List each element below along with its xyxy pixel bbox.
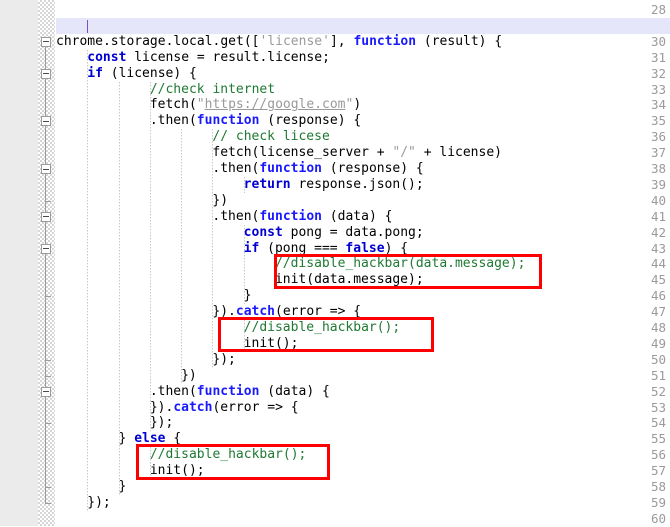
code-line-33[interactable]: //check internet [56,82,670,98]
fold-tick-line-54 [45,423,51,425]
token-pl: (response) { [321,161,424,176]
annotation-box-1 [274,254,542,289]
token-fn: function [196,383,260,399]
token-str: " [196,97,205,113]
token-pl: (result) { [416,33,503,49]
code-line-30[interactable]: chrome.storage.local.get(['license'], fu… [56,34,670,50]
token-str: "/" [392,145,416,161]
code-folding-gutter[interactable] [38,0,55,526]
token-pl: + license) [415,145,502,161]
token-pl: } [118,479,127,494]
code-line-34[interactable]: fetch("https://google.com") [56,97,670,113]
token-pl: fetch( [149,97,197,113]
token-kw: if [243,240,260,256]
fold-end-line-59 [45,502,51,504]
fold-toggle-line-52[interactable] [41,386,51,397]
fold-toggle-line-30[interactable] [41,36,51,47]
code-line-32[interactable]: if (license) { [56,66,670,82]
fold-toggle-line-38[interactable] [41,164,51,174]
code-line-41[interactable]: .then(function (data) { [56,209,670,225]
token-pl: }); [149,415,174,431]
token-pl: }). [149,399,174,415]
token-pl: response.json(); [290,176,424,192]
token-str: 'license' [259,33,330,49]
code-line-37[interactable]: fetch(license_server + "/" + license) [56,145,670,161]
code-line-40[interactable]: }) [56,193,670,209]
token-pl: }) [181,367,197,383]
line-number-gutter [0,0,38,526]
token-fn: function [259,208,322,224]
code-line-58[interactable]: } [56,479,670,495]
token-pl: license = result.license; [126,49,330,65]
code-line-59[interactable]: }); [56,495,670,511]
code-line-29[interactable] [56,18,670,34]
fold-toggle-line-41[interactable] [41,211,51,222]
fold-spine [45,41,46,503]
token-pl: }); [87,494,111,510]
code-line-31[interactable]: const license = result.license; [56,50,670,66]
code-line-50[interactable]: }); [56,352,670,368]
token-pl: (data) { [259,383,330,399]
token-pl: } [243,288,252,304]
token-pl: } [118,431,135,447]
token-kw: const [87,49,127,65]
code-line-35[interactable]: .then(function (response) { [56,113,670,129]
token-pl: (error => { [212,399,299,415]
token-cm: // check licese [212,129,330,145]
token-pl: }); [212,351,236,367]
token-pl: (license) { [102,65,197,81]
fold-toggle-line-35[interactable] [41,116,51,127]
code-editor[interactable]: 2829303132333435363738394041424344454647… [0,0,670,526]
token-pl: }) [212,192,229,208]
fold-tick-line-50 [45,359,51,361]
annotation-box-3 [136,444,330,480]
code-content[interactable]: chrome.storage.local.get(['license'], fu… [56,0,670,526]
token-kw: return [243,176,291,192]
annotation-box-2 [218,317,434,352]
token-str: " [345,97,354,113]
code-line-39[interactable]: return response.json(); [56,177,670,193]
code-line-53[interactable]: }).catch(error => { [56,400,670,416]
fold-toggle-line-32[interactable] [41,68,51,79]
token-kw: const [243,224,283,240]
code-line-60[interactable] [56,511,670,526]
token-pl: (data) { [321,208,393,224]
token-fn: catch [173,399,213,415]
token-cm: //check internet [149,81,276,97]
token-kw: if [87,65,103,81]
fold-tick-line-58 [45,487,51,488]
token-pl: .then( [149,383,197,399]
token-pl: (response) { [259,113,362,129]
token-pl: ], [329,33,354,49]
fold-tick-line-51 [45,375,51,377]
token-pl: fetch(license_server + [212,145,393,161]
fold-tick-line-40 [45,200,51,202]
code-line-28[interactable] [56,2,670,18]
code-line-51[interactable]: }) [56,368,670,384]
token-fn: function [353,33,417,49]
code-line-46[interactable]: } [56,288,670,304]
token-url: https://google.com [204,97,346,113]
code-line-38[interactable]: .then(function (response) { [56,161,670,177]
token-pl: .then( [149,113,197,129]
code-line-42[interactable]: const pong = data.pong; [56,225,670,241]
code-line-36[interactable]: // check licese [56,129,670,145]
fold-toggle-line-43[interactable] [41,243,51,254]
code-line-54[interactable]: }); [56,415,670,431]
token-pl: .then( [212,161,260,176]
token-fn: function [196,113,260,129]
token-pl: .then( [212,208,260,224]
code-line-52[interactable]: .then(function (data) { [56,384,670,400]
token-pl: pong = data.pong; [282,224,424,240]
fold-tick-line-46 [45,296,51,298]
token-pl: chrome.storage.local.get([ [56,33,260,49]
token-fn: function [259,161,322,176]
token-pl: ) [353,97,362,113]
